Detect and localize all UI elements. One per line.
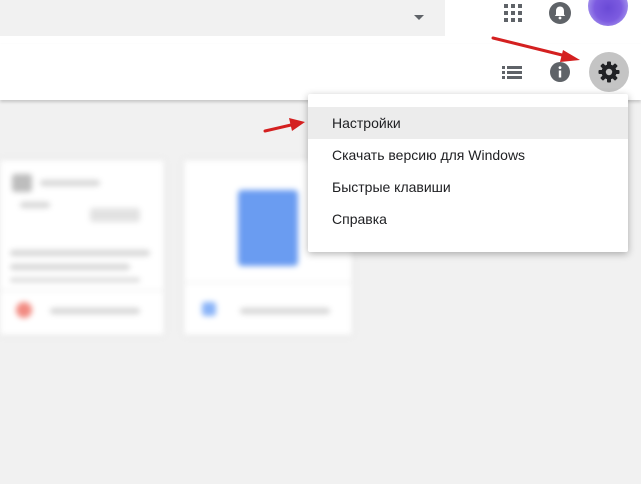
toolbar bbox=[0, 44, 641, 100]
caret-down-icon[interactable] bbox=[412, 10, 426, 24]
bell-icon[interactable] bbox=[548, 1, 572, 25]
annotation-arrow-to-settings-item bbox=[263, 118, 305, 133]
menu-item-settings[interactable]: Настройки bbox=[308, 107, 628, 139]
settings-button[interactable] bbox=[589, 52, 629, 92]
top-bar bbox=[0, 0, 641, 44]
list-view-icon[interactable] bbox=[500, 60, 524, 84]
avatar[interactable] bbox=[588, 0, 628, 26]
menu-item-help[interactable]: Справка bbox=[308, 203, 628, 235]
settings-menu: Настройки Скачать версию для Windows Быс… bbox=[308, 94, 628, 252]
menu-item-keyboard-shortcuts[interactable]: Быстрые клавиши bbox=[308, 171, 628, 203]
menu-item-download-windows[interactable]: Скачать версию для Windows bbox=[308, 139, 628, 171]
info-icon[interactable] bbox=[548, 60, 572, 84]
apps-grid-icon[interactable] bbox=[502, 2, 524, 24]
gear-icon bbox=[598, 61, 620, 83]
file-card[interactable] bbox=[0, 160, 164, 335]
search-box[interactable] bbox=[0, 0, 445, 36]
